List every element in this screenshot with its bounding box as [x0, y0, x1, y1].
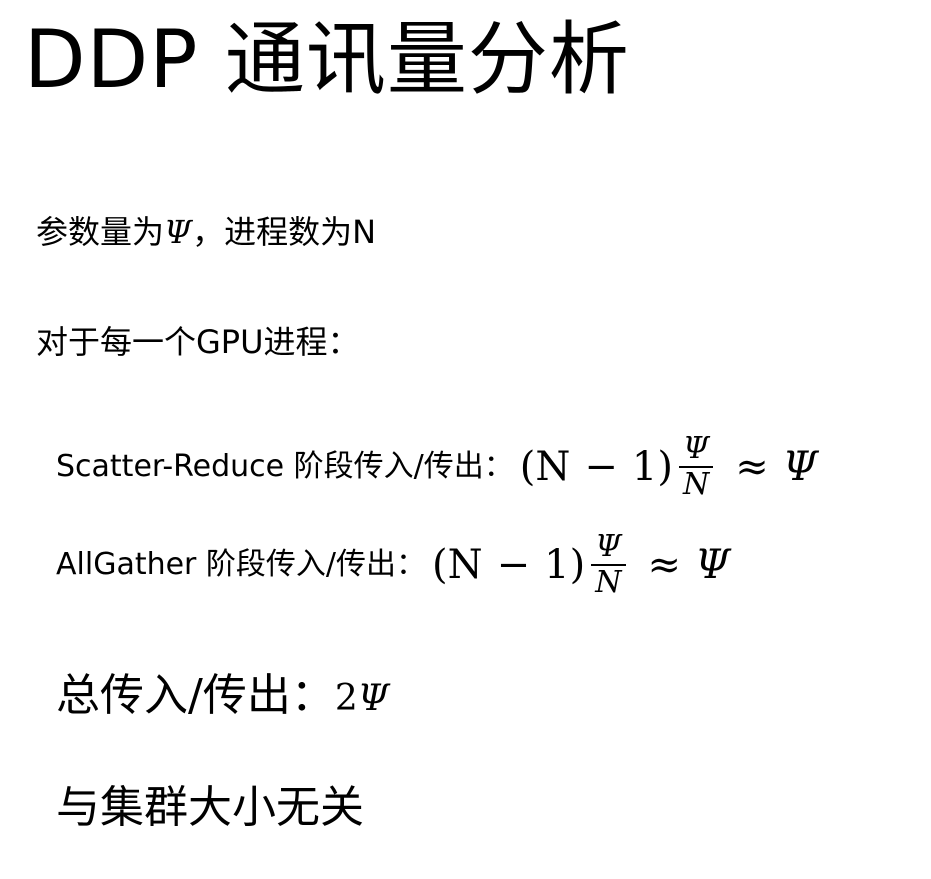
total-line: 总传入/传出：2Ψ — [56, 668, 389, 727]
allgather-label: AllGather 阶段传入/传出： — [56, 547, 427, 582]
per-gpu-label: 对于每一个GPU进程： — [36, 323, 360, 361]
intro-middle: ，进程数为N — [192, 213, 377, 251]
total-label: 总传入/传出： — [56, 670, 335, 721]
fraction-numerator: Ψ — [682, 431, 710, 466]
intro-prefix: 参数量为 — [36, 213, 165, 251]
total-value-var: Ψ — [357, 678, 390, 719]
formula-lparen: (N — [432, 542, 483, 588]
scatter-reduce-line: Scatter-Reduce 阶段传入/传出： (N − 1) Ψ N ≈ Ψ — [56, 432, 818, 502]
fraction-numerator: Ψ — [595, 529, 622, 564]
allgather-line: AllGather 阶段传入/传出： (N − 1) Ψ N ≈ Ψ — [56, 530, 730, 600]
total-value-coef: 2 — [334, 678, 358, 719]
formula-result: Ψ — [695, 542, 731, 588]
conclusion: 与集群大小无关 — [56, 782, 364, 833]
scatter-reduce-formula: (N − 1) Ψ N ≈ Ψ — [520, 432, 818, 502]
page-title: DDP 通讯量分析 — [24, 13, 630, 106]
scatter-reduce-label: Scatter-Reduce 阶段传入/传出： — [56, 449, 514, 484]
formula-minus: − — [584, 444, 618, 490]
formula-approx: ≈ — [735, 444, 769, 490]
formula-lparen: (N — [519, 444, 571, 490]
formula-rparen: 1) — [544, 542, 586, 588]
formula-approx: ≈ — [647, 542, 682, 588]
intro-line: 参数量为Ψ，进程数为N — [36, 212, 376, 252]
formula-fraction: Ψ N — [591, 529, 626, 600]
allgather-formula: (N − 1) Ψ N ≈ Ψ — [432, 530, 730, 600]
fraction-denominator: N — [595, 565, 622, 600]
fraction-denominator: N — [682, 467, 710, 502]
formula-rparen: 1) — [631, 444, 673, 490]
formula-result: Ψ — [782, 444, 818, 490]
formula-fraction: Ψ N — [678, 431, 714, 502]
formula-minus: − — [496, 542, 531, 588]
param-symbol: Ψ — [164, 213, 193, 251]
